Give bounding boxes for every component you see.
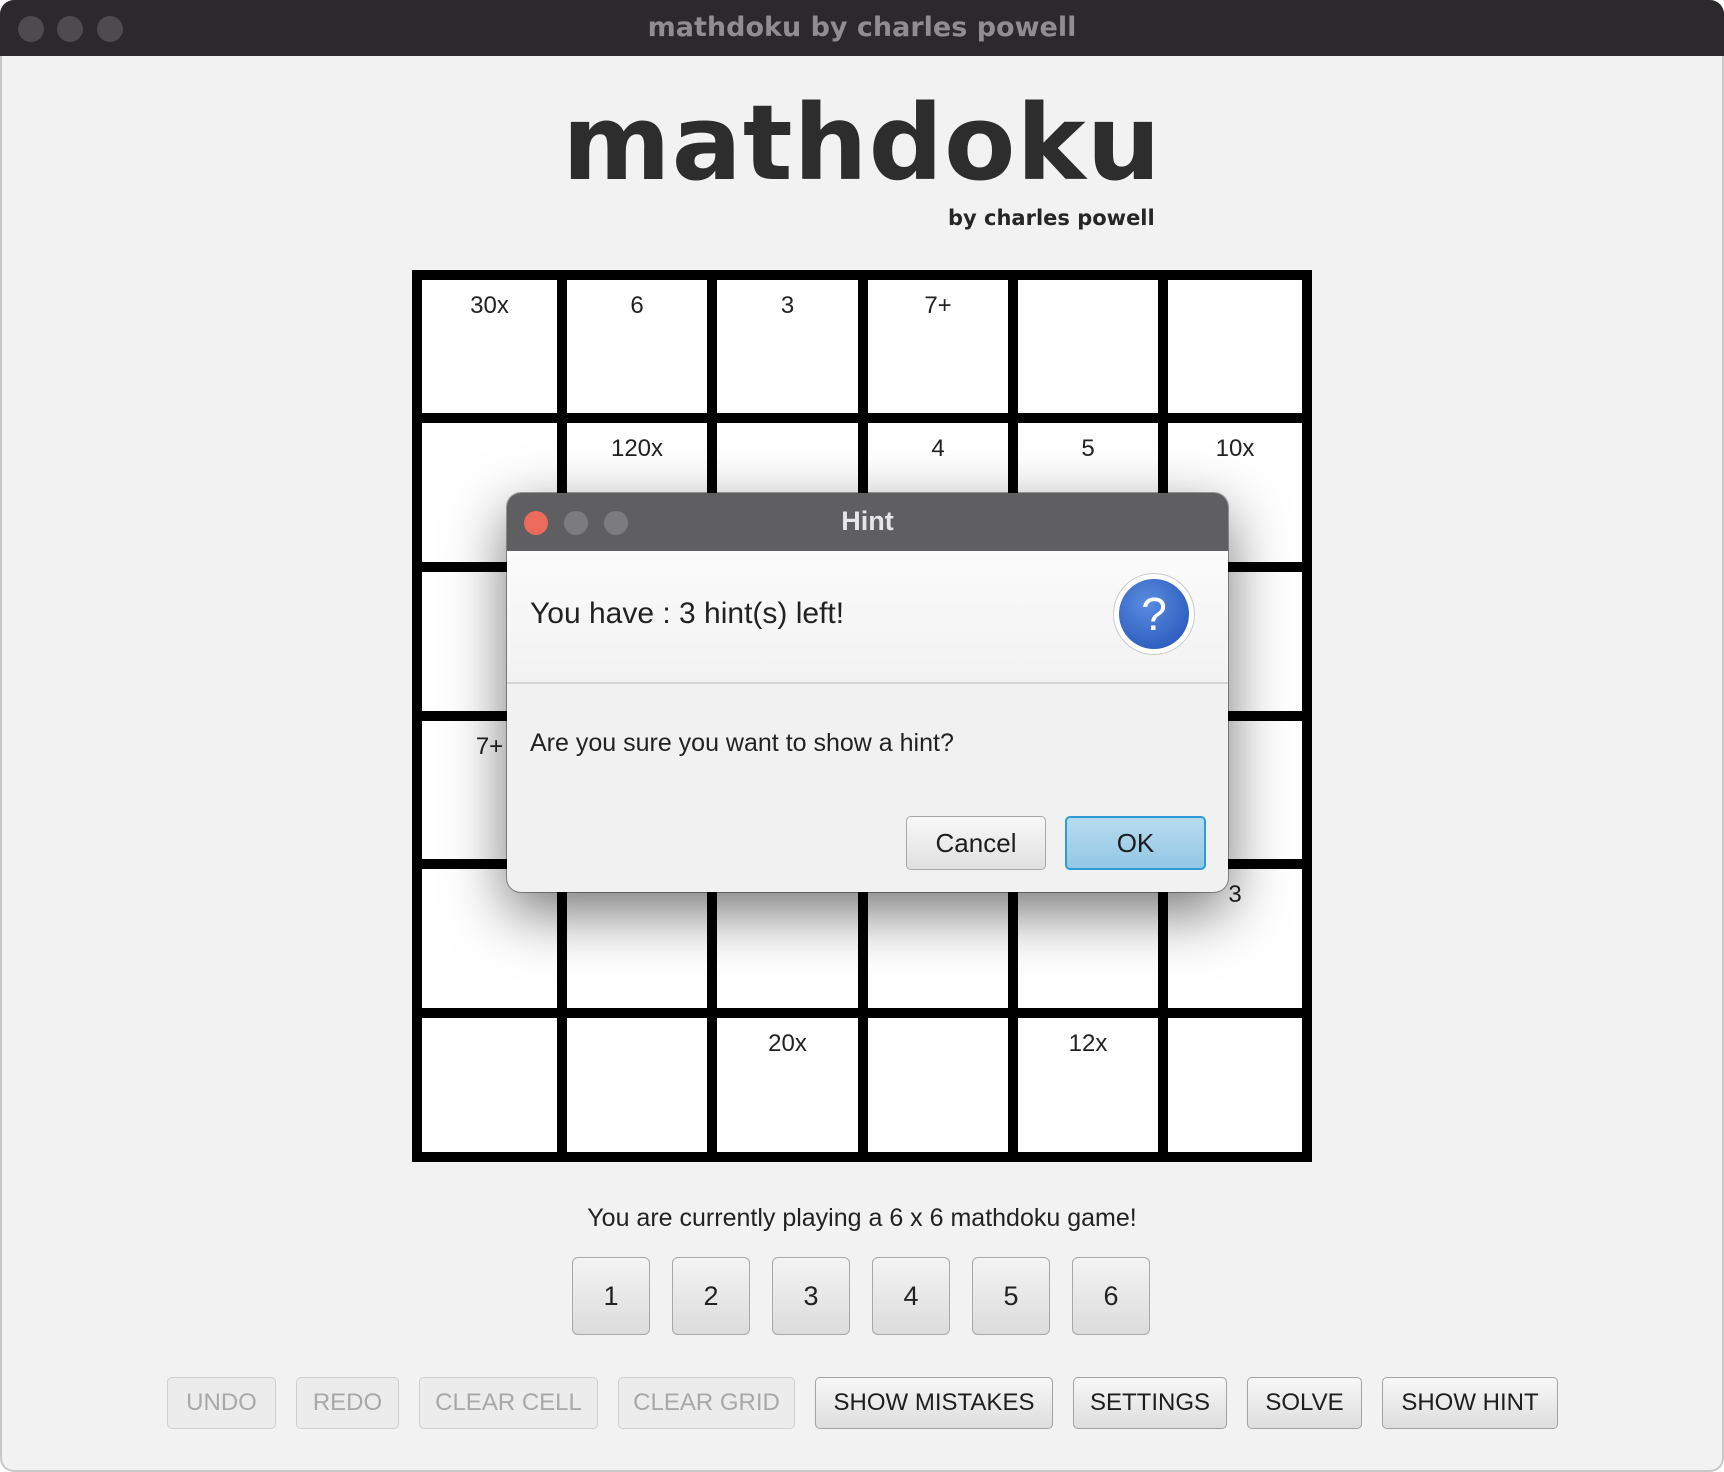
number-button-2[interactable]: 2	[672, 1257, 750, 1335]
dialog-header: You have : 3 hint(s) left! ?	[507, 551, 1228, 684]
window-title: mathdoku by charles powell	[647, 12, 1077, 43]
number-button-5[interactable]: 5	[972, 1257, 1050, 1335]
solve-button[interactable]: SOLVE	[1247, 1377, 1362, 1429]
grid-cell[interactable]: 30x	[422, 280, 557, 413]
grid-cell[interactable]	[422, 1018, 557, 1152]
clear-cell-button[interactable]: CLEAR CELL	[419, 1377, 598, 1429]
clear-grid-button[interactable]: CLEAR GRID	[618, 1377, 795, 1429]
ok-button[interactable]: OK	[1065, 816, 1206, 870]
grid-cell[interactable]: 3	[717, 280, 858, 413]
number-button-6[interactable]: 6	[1072, 1257, 1150, 1335]
app-subtitle: by charles powell	[948, 206, 1155, 230]
number-button-4[interactable]: 4	[872, 1257, 950, 1335]
number-button-1[interactable]: 1	[572, 1257, 650, 1335]
grid-cell[interactable]	[567, 1018, 707, 1152]
show-hint-button[interactable]: SHOW HINT	[1382, 1377, 1558, 1429]
cage-label: 30x	[470, 292, 509, 319]
question-icon: ?	[1114, 574, 1194, 654]
cage-label: 20x	[768, 1030, 807, 1057]
settings-button[interactable]: SETTINGS	[1073, 1377, 1227, 1429]
main-window: mathdoku by charles powell mathdoku by c…	[0, 0, 1724, 1472]
hint-dialog: Hint You have : 3 hint(s) left! ? Are yo…	[507, 493, 1228, 892]
dialog-title-bar: Hint	[507, 493, 1228, 552]
cage-label: 5	[1081, 435, 1095, 462]
status-text: You are currently playing a 6 x 6 mathdo…	[587, 1204, 1137, 1232]
grid-cell[interactable]: 7+	[868, 280, 1008, 413]
dialog-message: Are you sure you want to show a hint?	[530, 729, 954, 757]
app-title: mathdoku	[562, 82, 1162, 204]
show-mistakes-button[interactable]: SHOW MISTAKES	[815, 1377, 1053, 1429]
cage-label: 4	[931, 435, 945, 462]
grid-cell[interactable]: 12x	[1018, 1018, 1158, 1152]
grid-cell[interactable]	[1168, 280, 1302, 413]
cage-label: 7+	[924, 292, 952, 319]
cancel-button[interactable]: Cancel	[906, 816, 1046, 870]
cage-label: 12x	[1068, 1030, 1108, 1057]
cage-label: 10x	[1215, 435, 1255, 462]
undo-button[interactable]: UNDO	[167, 1377, 276, 1429]
cage-label: 120x	[610, 435, 664, 462]
title-bar: mathdoku by charles powell	[0, 0, 1724, 56]
cage-label: 6	[630, 292, 644, 319]
grid-cell[interactable]	[1168, 1018, 1302, 1152]
number-button-3[interactable]: 3	[772, 1257, 850, 1335]
hints-left-text: You have : 3 hint(s) left!	[530, 597, 845, 630]
dialog-title: Hint	[841, 506, 894, 536]
grid-cell[interactable]	[1018, 280, 1158, 413]
grid-cell[interactable]: 6	[567, 280, 707, 413]
redo-button[interactable]: REDO	[296, 1377, 399, 1429]
grid-cell[interactable]	[868, 1018, 1008, 1152]
cage-label: 3	[780, 292, 795, 319]
grid-cell[interactable]: 20x	[717, 1018, 858, 1152]
